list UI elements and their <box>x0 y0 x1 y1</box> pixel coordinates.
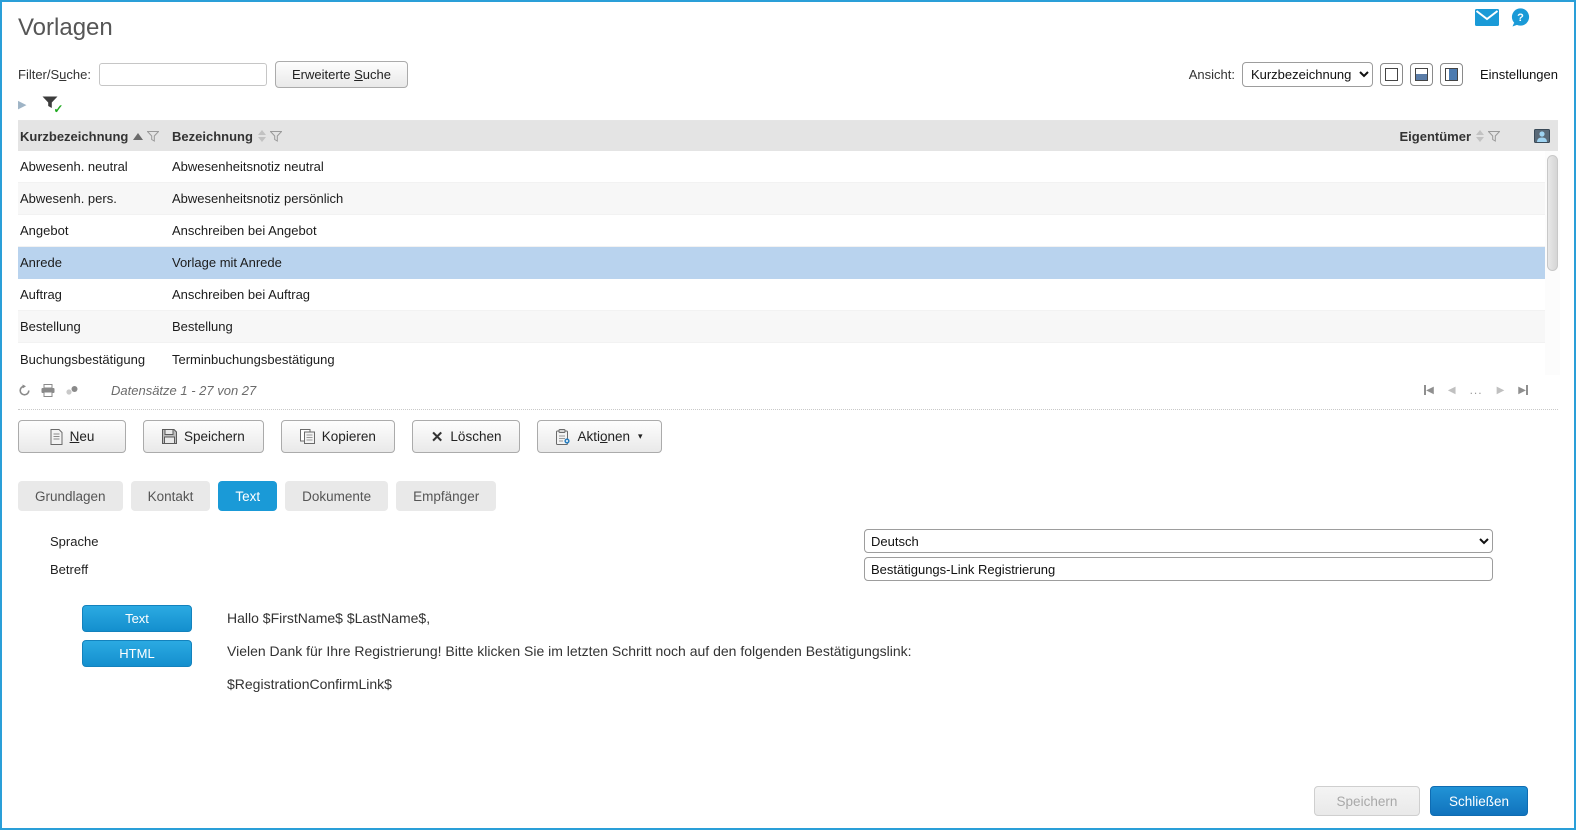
scrollbar-thumb[interactable] <box>1547 155 1558 271</box>
expander-row: ▶ ✓ <box>18 92 1558 116</box>
column-header-kurzbezeichnung[interactable]: Kurzbezeichnung <box>18 129 172 144</box>
help-icon[interactable]: ? <box>1511 8 1530 27</box>
table-footer: Datensätze 1 - 27 von 27 ◀ ◀ ... ▶ ▶ <box>18 377 1558 403</box>
filter-active-icon[interactable]: ✓ <box>42 96 63 116</box>
pager-next-icon[interactable]: ▶ <box>1497 385 1505 396</box>
advanced-search-button[interactable]: Erweiterte Suche <box>274 60 408 88</box>
filter-label: Filter/Suche: <box>18 66 91 82</box>
betreff-input[interactable] <box>864 557 1493 581</box>
separator <box>18 409 1558 410</box>
table-row[interactable]: Angebot Anschreiben bei Angebot <box>18 215 1558 247</box>
table-row-selected[interactable]: Anrede Vorlage mit Anrede <box>18 247 1558 279</box>
top-icons: ? <box>1475 8 1530 27</box>
svg-text:?: ? <box>1517 12 1524 24</box>
table-row[interactable]: Buchungsbestätigung Terminbuchungsbestät… <box>18 343 1558 375</box>
actions-clipboard-icon <box>556 428 571 445</box>
filter-search-input[interactable] <box>98 62 267 86</box>
table-body: Abwesenh. neutral Abwesenheitsnotiz neut… <box>18 151 1560 375</box>
html-mode-button[interactable]: HTML <box>82 640 192 667</box>
sort-both-icon <box>257 130 266 142</box>
view-toggle-list-icon[interactable] <box>1379 62 1403 86</box>
pager-first-icon[interactable]: ◀ <box>1424 385 1434 396</box>
tab-grundlagen[interactable]: Grundlagen <box>18 481 123 511</box>
records-count: Datensätze 1 - 27 von 27 <box>111 382 257 398</box>
bottom-speichern-button[interactable]: Speichern <box>1313 786 1420 816</box>
loeschen-button[interactable]: ✕ Löschen <box>411 420 521 453</box>
pager-prev-icon[interactable]: ◀ <box>1448 385 1456 396</box>
column-header-eigentuemer[interactable]: Eigentümer <box>1350 129 1500 144</box>
print-icon[interactable] <box>41 383 55 397</box>
action-bar: Neu Speichern Kopieren ✕ Löschen Aktione… <box>18 420 1558 453</box>
tab-empfaenger[interactable]: Empfänger <box>396 481 497 511</box>
mail-body-text[interactable]: Hallo $FirstName$ $LastName$, Vielen Dan… <box>227 605 912 707</box>
detail-tabs: Grundlagen Kontakt Text Dokumente Empfän… <box>18 481 1558 511</box>
table-row[interactable]: Abwesenh. pers. Abwesenheitsnotiz persön… <box>18 183 1558 215</box>
filter-funnel-icon <box>1488 130 1500 142</box>
filter-row: Filter/Suche: Erweiterte Suche Ansicht: … <box>18 58 1558 90</box>
view-select[interactable]: Kurzbezeichnung <box>1241 61 1373 87</box>
table-header: Kurzbezeichnung Bezeichnung Eigentümer <box>18 121 1558 151</box>
save-icon <box>162 429 177 444</box>
bottom-buttons: Speichern Schließen <box>1313 786 1528 816</box>
text-tab-form: Sprache Deutsch Betreff <box>18 527 1558 583</box>
editor-area: Text HTML Hallo $FirstName$ $LastName$, … <box>18 605 1558 707</box>
copy-icon <box>299 429 315 444</box>
table-scrollbar[interactable] <box>1545 151 1560 375</box>
new-document-icon <box>50 428 63 445</box>
vorlagen-window: Vorlagen ? Filter/Suche: Erweiterte Such… <box>0 0 1576 830</box>
expand-arrow-icon[interactable]: ▶ <box>18 98 26 111</box>
betreff-label: Betreff <box>50 561 89 577</box>
filter-funnel-icon <box>269 130 282 142</box>
pager-pages[interactable]: ... <box>1470 383 1483 397</box>
view-group: Ansicht: Kurzbezeichnung Einstellungen <box>1188 61 1558 87</box>
kopieren-button[interactable]: Kopieren <box>280 420 395 453</box>
tab-kontakt[interactable]: Kontakt <box>130 481 211 511</box>
schliessen-button[interactable]: Schließen <box>1429 786 1528 816</box>
aktionen-button[interactable]: Aktionen ▾ <box>537 420 662 453</box>
link-records-icon[interactable] <box>65 385 79 396</box>
owner-person-icon[interactable] <box>1534 129 1550 143</box>
mail-icon[interactable] <box>1475 9 1499 26</box>
table-row[interactable]: Bestellung Bestellung <box>18 311 1558 343</box>
column-header-bezeichnung[interactable]: Bezeichnung <box>172 129 1350 144</box>
pager-last-icon[interactable]: ▶ <box>1518 385 1528 396</box>
tab-text[interactable]: Text <box>218 481 278 511</box>
speichern-button[interactable]: Speichern <box>143 420 264 453</box>
sort-both-icon <box>1476 130 1484 142</box>
neu-button[interactable]: Neu <box>18 420 126 453</box>
table-row[interactable]: Abwesenh. neutral Abwesenheitsnotiz neut… <box>18 151 1558 183</box>
view-label: Ansicht: <box>1188 66 1235 82</box>
sort-asc-icon <box>133 132 144 140</box>
sprache-label: Sprache <box>50 533 99 549</box>
text-mode-button[interactable]: Text <box>82 605 192 632</box>
pager: ◀ ◀ ... ▶ ▶ <box>1424 383 1528 397</box>
filter-funnel-icon <box>147 130 160 142</box>
templates-table: Kurzbezeichnung Bezeichnung Eigentümer A… <box>18 120 1560 375</box>
settings-link[interactable]: Einstellungen <box>1480 67 1558 82</box>
dropdown-caret-icon: ▾ <box>638 431 643 441</box>
delete-x-icon: ✕ <box>430 428 444 446</box>
refresh-icon[interactable] <box>18 384 31 397</box>
page-title: Vorlagen <box>18 14 113 41</box>
topbar: Vorlagen ? <box>18 2 1558 52</box>
view-toggle-split-icon[interactable] <box>1409 62 1433 86</box>
view-toggle-detail-icon[interactable] <box>1439 62 1463 86</box>
table-row[interactable]: Auftrag Anschreiben bei Auftrag <box>18 279 1558 311</box>
tab-dokumente[interactable]: Dokumente <box>285 481 389 511</box>
sprache-select[interactable]: Deutsch <box>864 529 1493 553</box>
